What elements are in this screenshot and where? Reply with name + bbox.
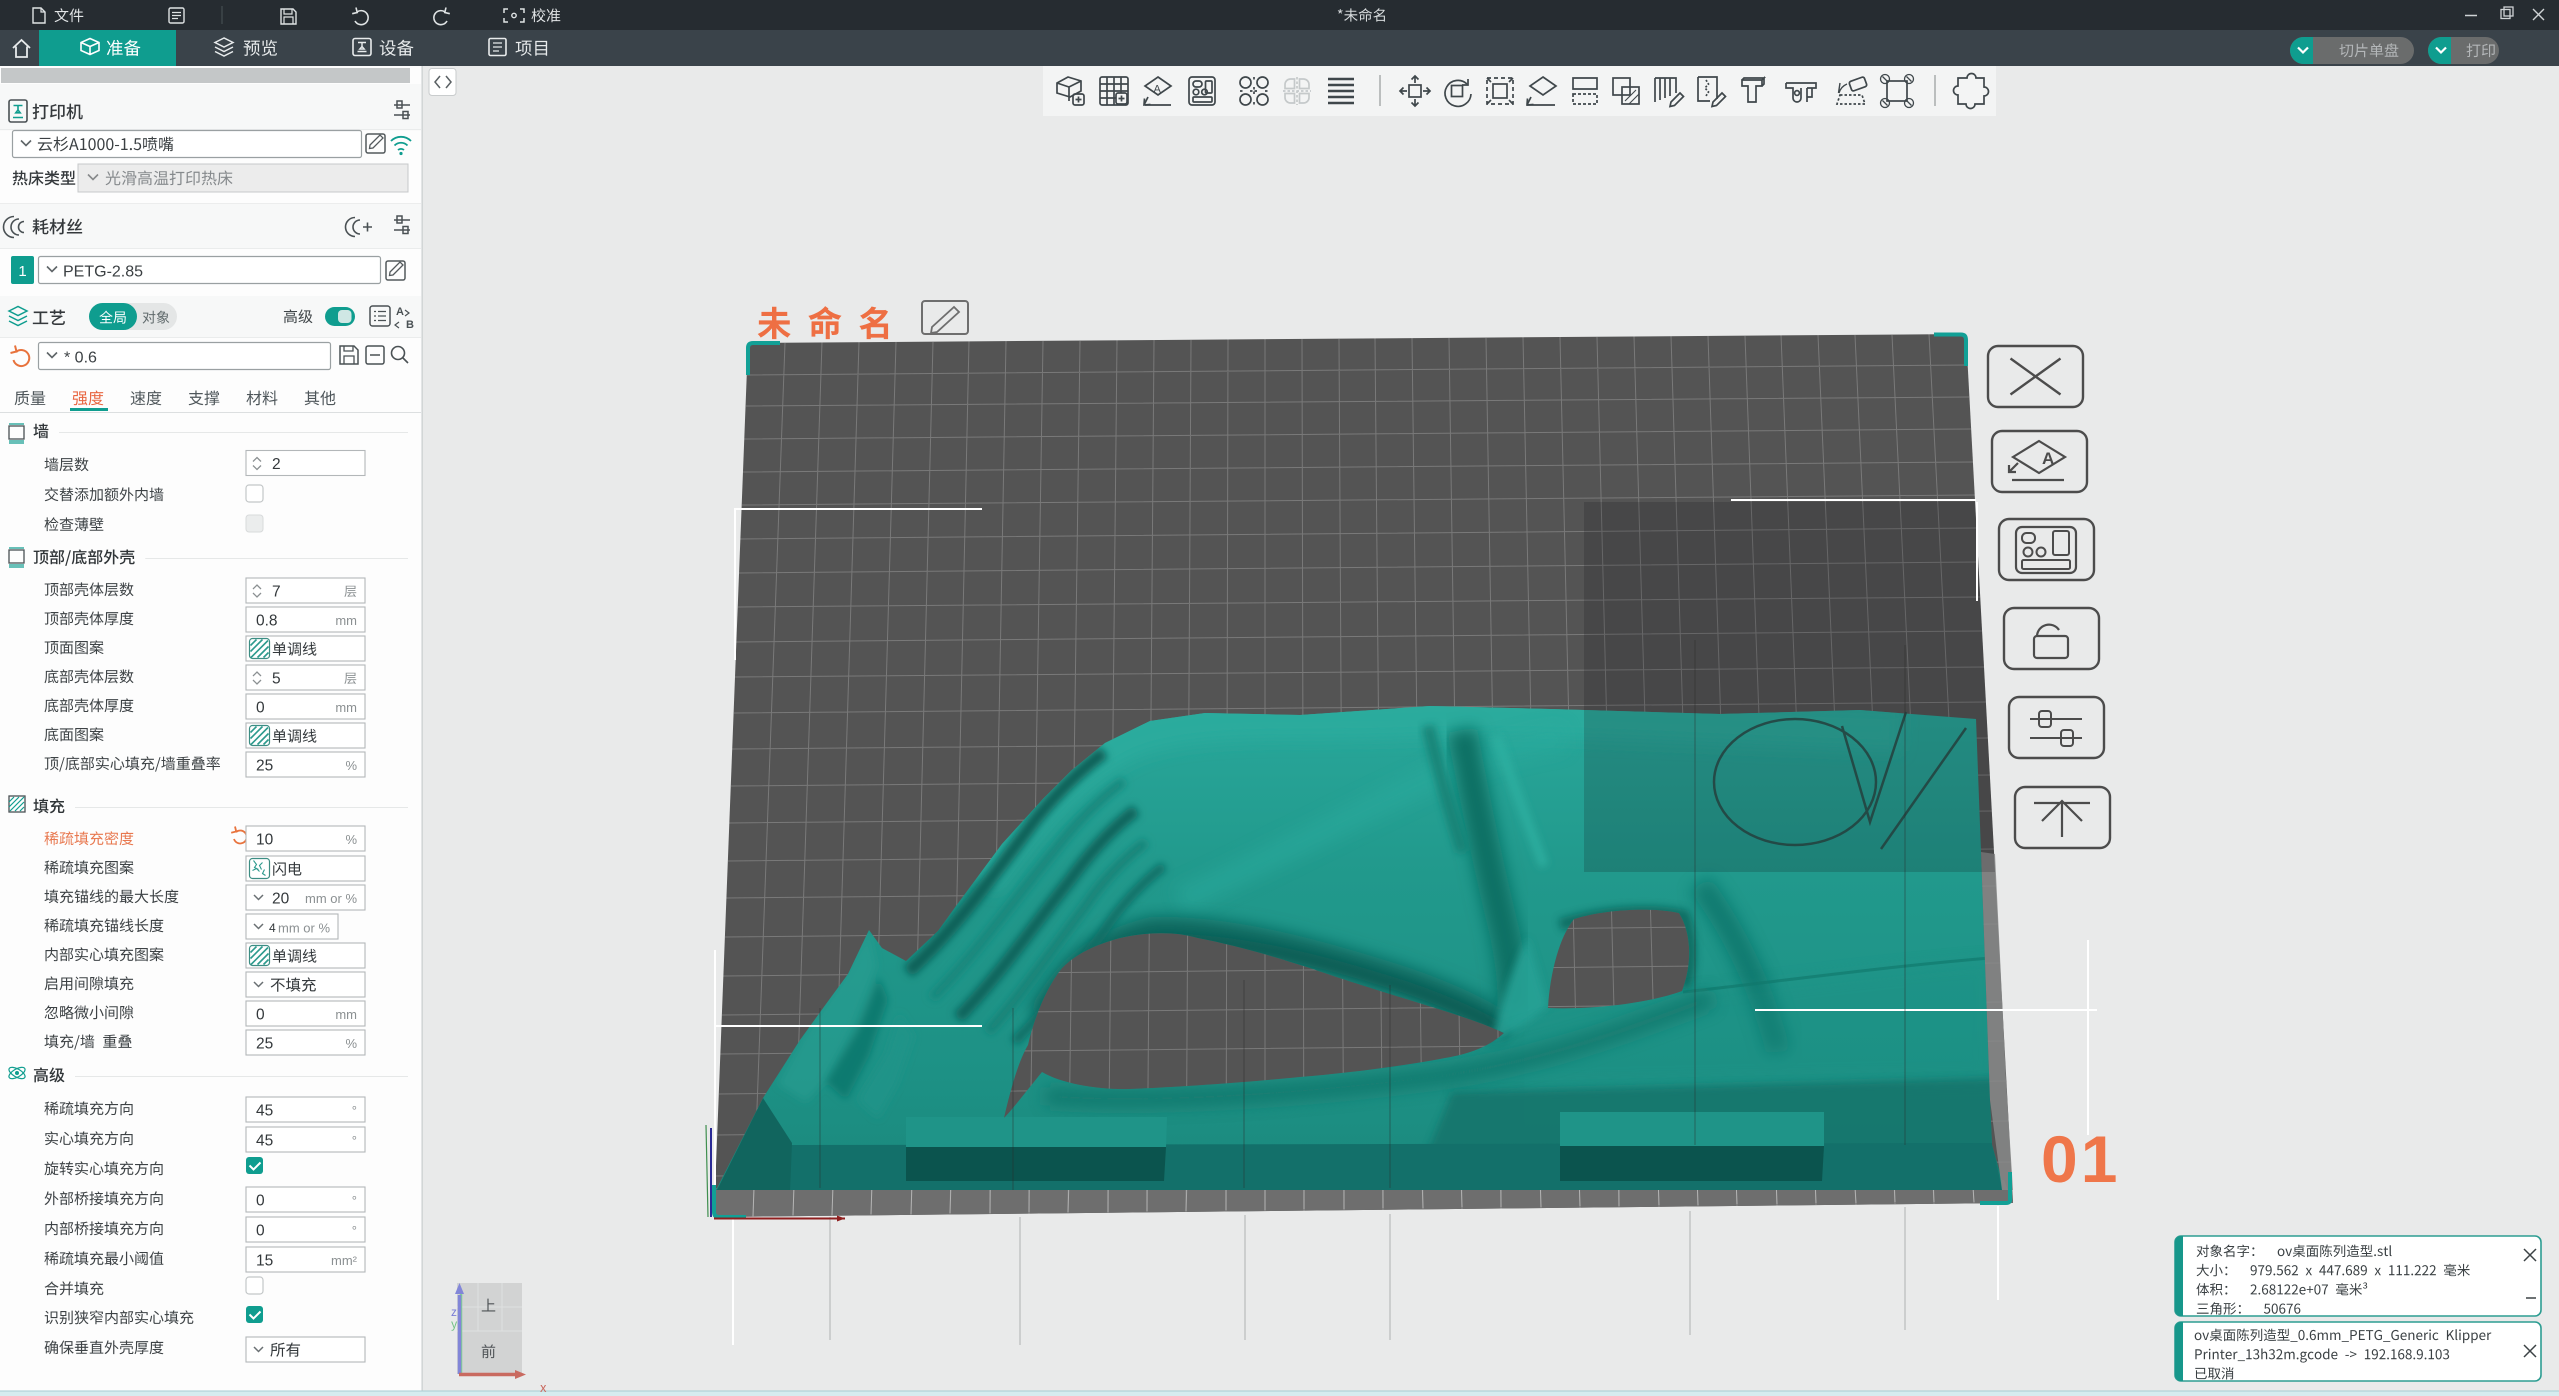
svg-text:0: 0 bbox=[256, 1223, 265, 1240]
svg-text:mm or %: mm or % bbox=[305, 891, 357, 906]
svg-text:15: 15 bbox=[256, 1253, 273, 1270]
svg-text:°: ° bbox=[352, 1133, 357, 1148]
svg-text:%: % bbox=[345, 832, 357, 847]
svg-text:mm: mm bbox=[335, 613, 357, 628]
svg-text:mm: mm bbox=[335, 700, 357, 715]
svg-text:mm or %: mm or % bbox=[278, 921, 330, 936]
svg-text:10: 10 bbox=[256, 832, 274, 849]
svg-text:45: 45 bbox=[256, 1103, 273, 1120]
svg-text:°: ° bbox=[352, 1223, 357, 1238]
svg-text:25: 25 bbox=[256, 1036, 273, 1053]
svg-text:01: 01 bbox=[2041, 1122, 2120, 1196]
svg-text:1: 1 bbox=[18, 263, 26, 280]
svg-text:mm²: mm² bbox=[331, 1253, 358, 1268]
svg-text:A: A bbox=[1154, 84, 1162, 96]
svg-text:25: 25 bbox=[256, 758, 273, 775]
svg-text:5: 5 bbox=[272, 671, 281, 688]
svg-text:%: % bbox=[345, 1036, 357, 1051]
svg-text:°: ° bbox=[352, 1193, 357, 1208]
svg-text:B: B bbox=[406, 319, 414, 331]
svg-text:45: 45 bbox=[256, 1133, 273, 1150]
svg-text:20: 20 bbox=[272, 891, 290, 908]
svg-text:7: 7 bbox=[272, 584, 281, 601]
svg-text:mm: mm bbox=[335, 1007, 357, 1022]
svg-text:0: 0 bbox=[256, 700, 265, 717]
svg-text:4: 4 bbox=[269, 921, 276, 935]
svg-text:2: 2 bbox=[272, 456, 281, 473]
svg-text:A: A bbox=[396, 306, 404, 318]
svg-text:* 0.6: * 0.6 bbox=[64, 350, 97, 367]
svg-text:0: 0 bbox=[256, 1007, 265, 1024]
svg-text:A: A bbox=[2042, 449, 2054, 468]
svg-text:0: 0 bbox=[256, 1193, 265, 1210]
svg-text:0.8: 0.8 bbox=[256, 613, 278, 630]
svg-text:°: ° bbox=[352, 1103, 357, 1118]
svg-text:%: % bbox=[345, 758, 357, 773]
svg-text:PETG-2.85: PETG-2.85 bbox=[63, 264, 143, 281]
